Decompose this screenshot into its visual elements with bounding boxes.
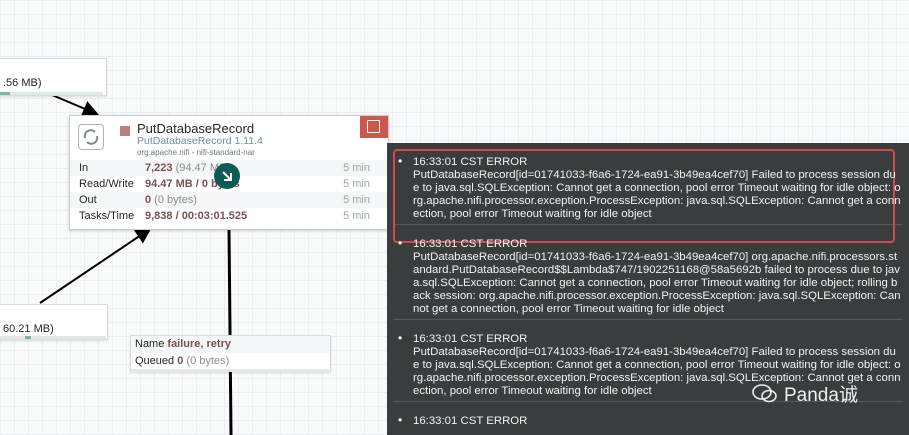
watermark: Panda诚: [752, 380, 858, 407]
stats-row-tasks-time: Tasks/Time 9,838 / 00:03:01.525 5 min: [70, 208, 388, 224]
stat-value: 9,838 / 00:03:01.525: [145, 210, 248, 222]
processor-icon: [78, 124, 104, 150]
watermark-text: Panda诚: [784, 385, 858, 406]
bulletin-message: PutDatabaseRecord[id=01741033-f6a6-1724-…: [413, 169, 901, 220]
connection-queued-text: .56 MB): [3, 77, 42, 89]
bulletin-header: 16:33:01 CST ERROR: [413, 415, 528, 427]
relationship-queued-label: Queued: [135, 355, 175, 367]
processor-type: PutDatabaseRecord 1.11.4: [137, 135, 263, 147]
connection-label-left[interactable]: 60.21 MB): [0, 304, 108, 340]
stat-label: Read/Write: [79, 178, 134, 190]
stat-time: 5 min: [343, 178, 370, 190]
bulletin-item: 16:33:01 CST ERROR PutDatabaseRecord[id=…: [387, 225, 909, 316]
stat-extra: (0 bytes): [151, 194, 197, 206]
stats-row-out: Out 0 (0 bytes) 5 min: [70, 192, 388, 208]
relationship-queued-extra: (0 bytes): [183, 355, 230, 367]
relationship-name-label: Name: [135, 338, 165, 350]
bulletin-header: 16:33:01 CST ERROR: [413, 238, 528, 250]
stopped-status-icon: [120, 126, 130, 136]
connection-queue-bar: [0, 92, 103, 95]
stat-label: In: [70, 160, 145, 176]
relationship-label[interactable]: Name failure, retry Queued 0 (0 bytes): [130, 335, 331, 372]
bulletin-header: 16:33:01 CST ERROR: [413, 333, 528, 345]
bulletin-message: PutDatabaseRecord[id=01741033-f6a6-1724-…: [413, 251, 901, 315]
stat-time: 5 min: [320, 192, 388, 208]
connection-label-top[interactable]: .56 MB): [0, 58, 107, 96]
processor-header: PutDatabaseRecord PutDatabaseRecord 1.11…: [70, 116, 388, 158]
processor-bundle: org.apache.nifi - nifi-standard-nar: [137, 148, 255, 157]
stat-label: Out: [70, 192, 145, 208]
stat-time: 5 min: [320, 160, 388, 176]
relationship-queue-bar: [131, 369, 329, 372]
stat-time: 5 min: [343, 210, 370, 222]
relationship-name-value: failure, retry: [167, 338, 231, 350]
connection-drag-icon[interactable]: [214, 163, 240, 189]
processor-name: PutDatabaseRecord: [137, 121, 255, 136]
stat-label: Tasks/Time: [79, 210, 135, 222]
connection-queue-bar: [0, 336, 106, 339]
bulletin-item: 16:33:01 CST ERROR PutDatabaseRecord[id=…: [387, 143, 909, 221]
wechat-icon: [752, 383, 778, 404]
bulletin-icon[interactable]: [360, 116, 388, 138]
stat-value: 7,223: [145, 162, 173, 174]
bulletin-header: 16:33:01 CST ERROR: [413, 156, 528, 168]
